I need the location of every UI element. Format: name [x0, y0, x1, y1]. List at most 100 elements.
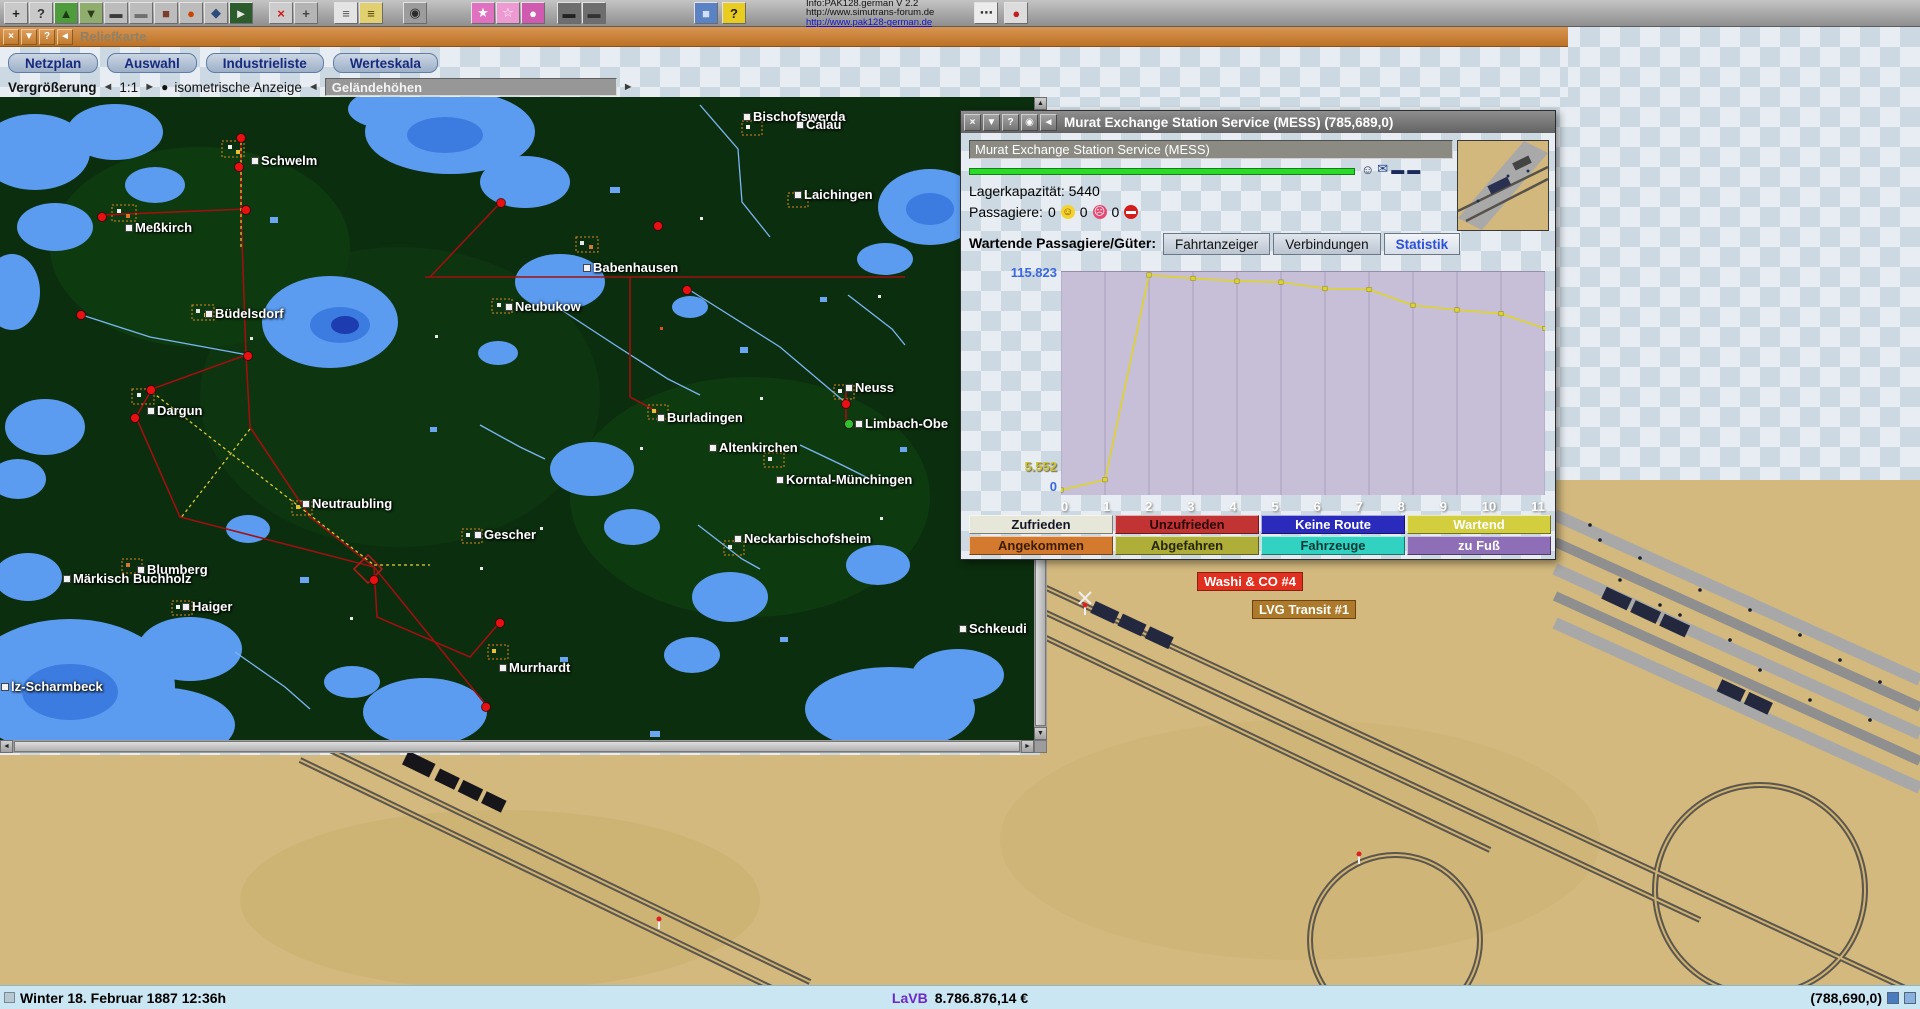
- legend-toggle-button[interactable]: Fahrzeuge: [1261, 536, 1405, 555]
- city-marker-icon: [777, 477, 783, 483]
- legend-toggle-button[interactable]: Keine Route: [1261, 515, 1405, 534]
- city-label: Neubukow: [506, 299, 581, 314]
- magic-tool[interactable]: ★: [471, 2, 495, 24]
- status-bar: Winter 18. Februar 1887 12:36h LaVB 8.78…: [0, 985, 1920, 1009]
- shade-button[interactable]: ▼: [983, 114, 1000, 131]
- horizontal-scroll-thumb[interactable]: [14, 741, 1020, 752]
- scroll-up-arrow[interactable]: ▲: [1034, 97, 1047, 110]
- schedule-flag-tool[interactable]: ►: [229, 2, 253, 24]
- maglev-tool[interactable]: ▬: [582, 2, 606, 24]
- city-label: Korntal-Münchingen: [777, 472, 912, 487]
- city-marker-icon: [500, 665, 506, 671]
- legend-toggle-button[interactable]: Angekommen: [969, 536, 1113, 555]
- tab-connections[interactable]: Verbindungen: [1273, 233, 1380, 255]
- legend-toggle-button[interactable]: zu Fuß: [1407, 536, 1551, 555]
- scroll-left-arrow[interactable]: ◄: [0, 740, 13, 753]
- legend-toggle-button[interactable]: Abgefahren: [1115, 536, 1259, 555]
- x-axis-tick-label: 5: [1271, 499, 1278, 514]
- map-layer-dropdown[interactable]: Geländehöhen: [325, 78, 617, 96]
- map-mode-button[interactable]: Auswahl: [107, 53, 197, 73]
- legend-toggle-button[interactable]: Zufrieden: [969, 515, 1113, 534]
- zoom-in-arrow[interactable]: ►: [144, 81, 155, 93]
- map-mode-button[interactable]: Netzplan: [8, 53, 98, 73]
- legend-toggle-button[interactable]: Unzufrieden: [1115, 515, 1259, 534]
- monorail-tool[interactable]: ▬: [557, 2, 581, 24]
- map-mode-buttons: Netzplan Auswahl Industrieliste Werteska…: [8, 53, 438, 73]
- goto-button[interactable]: ◉: [1021, 114, 1038, 131]
- tab-waiting-goods[interactable]: Wartende Passagiere/Güter:: [969, 235, 1156, 255]
- signal-tool[interactable]: ●: [179, 2, 203, 24]
- legend-toggle-button[interactable]: Wartend: [1407, 515, 1551, 534]
- city-label: Schwelm: [252, 153, 317, 168]
- chart-plot-area: [1061, 271, 1545, 495]
- drink-icon[interactable]: ●: [1004, 2, 1028, 24]
- scroll-right-arrow[interactable]: ►: [1021, 740, 1034, 753]
- angry-face-icon: ☹: [1093, 205, 1107, 219]
- city-marker-icon: [183, 604, 189, 610]
- junction-tool[interactable]: +: [294, 2, 318, 24]
- city-marker-icon: [795, 192, 801, 198]
- layer-prev-arrow[interactable]: ◄: [308, 81, 319, 93]
- city-label: Altenkirchen: [710, 440, 798, 455]
- isometric-label: isometrische Anzeige: [174, 80, 302, 95]
- pakset-url-link[interactable]: http://www.pak128-german.de: [806, 18, 934, 28]
- chat-icon[interactable]: ⋯: [974, 2, 998, 24]
- map-horizontal-scrollbar[interactable]: ◄ ►: [0, 740, 1034, 753]
- map-window-titlebar[interactable]: × ▼ ? ◄ Reliefkarte: [0, 27, 1568, 47]
- help-tool[interactable]: ?: [722, 2, 746, 24]
- city-marker-icon: [64, 576, 70, 582]
- wagon-tool[interactable]: ■: [154, 2, 178, 24]
- city-marker-icon: [2, 684, 8, 690]
- station-window-titlebar[interactable]: × ▼ ? ◉ ◄ Murat Exchange Station Service…: [961, 111, 1555, 133]
- map-window-buttons: × ▼ ? ◄: [3, 29, 73, 45]
- zoom-in-tool[interactable]: +: [4, 2, 28, 24]
- x-axis-tick-label: 9: [1440, 499, 1447, 514]
- layer-next-arrow[interactable]: ►: [623, 81, 634, 93]
- raise-land-tool[interactable]: ▲: [54, 2, 78, 24]
- tab-departures[interactable]: Fahrtanzeiger: [1163, 233, 1270, 255]
- x-axis-tick-label: 4: [1229, 499, 1236, 514]
- map-mode-button[interactable]: Industrieliste: [206, 53, 324, 73]
- isometric-toggle[interactable]: ●: [161, 80, 168, 94]
- remove-tool[interactable]: ×: [269, 2, 293, 24]
- close-button[interactable]: ×: [964, 114, 981, 131]
- city-marker-icon: [846, 385, 852, 391]
- query-tool[interactable]: ?: [29, 2, 53, 24]
- copy-tool[interactable]: ≡: [334, 2, 358, 24]
- network-status-icon[interactable]: [1904, 992, 1916, 1004]
- lower-land-tool[interactable]: ▼: [79, 2, 103, 24]
- shade-button[interactable]: ▼: [21, 29, 37, 45]
- pakset-info: Info:PAK128.german V 2.2 http://www.simu…: [806, 0, 934, 27]
- camera-tool[interactable]: ◉: [403, 2, 427, 24]
- chart-line-graphic: [1061, 272, 1545, 495]
- back-button[interactable]: ◄: [1040, 114, 1057, 131]
- scroll-down-arrow[interactable]: ▼: [1034, 727, 1047, 740]
- city-label: Laichingen: [795, 187, 873, 202]
- road-tool[interactable]: ▬: [129, 2, 153, 24]
- happy-face-icon: ☺: [1061, 205, 1075, 219]
- help-button[interactable]: ?: [1002, 114, 1019, 131]
- fairy-tool[interactable]: ☆: [496, 2, 520, 24]
- chat-log-icon[interactable]: [1887, 992, 1899, 1004]
- city-marker-icon: [475, 532, 481, 538]
- toolbar-right-icons: ⋯ ●: [974, 2, 1028, 24]
- zoom-out-arrow[interactable]: ◄: [103, 81, 114, 93]
- station-tool[interactable]: ◆: [204, 2, 228, 24]
- station-view-thumbnail[interactable]: [1457, 140, 1549, 231]
- city-label: Dargun: [148, 403, 203, 418]
- city-label: Babenhausen: [584, 260, 678, 275]
- close-button[interactable]: ×: [3, 29, 19, 45]
- freight-type-icons: ☺ ✉ ▬ ▬: [1361, 161, 1420, 177]
- note-tool[interactable]: ≡: [359, 2, 383, 24]
- station-window-buttons: × ▼ ? ◉ ◄: [964, 114, 1057, 131]
- station-tabs: Wartende Passagiere/Güter: Fahrtanzeiger…: [969, 233, 1551, 255]
- tab-statistics[interactable]: Statistik: [1384, 233, 1461, 255]
- display-settings-tool[interactable]: ■: [694, 2, 718, 24]
- map-mode-button[interactable]: Werteskala: [333, 53, 438, 73]
- station-name-input[interactable]: Murat Exchange Station Service (MESS): [969, 140, 1453, 159]
- pink-tool[interactable]: ●: [521, 2, 545, 24]
- rail-tool[interactable]: ▬: [104, 2, 128, 24]
- help-button[interactable]: ?: [39, 29, 55, 45]
- back-button[interactable]: ◄: [57, 29, 73, 45]
- relief-map-canvas[interactable]: Bischofswerda Calau Schwelm Laichingen: [0, 97, 1034, 740]
